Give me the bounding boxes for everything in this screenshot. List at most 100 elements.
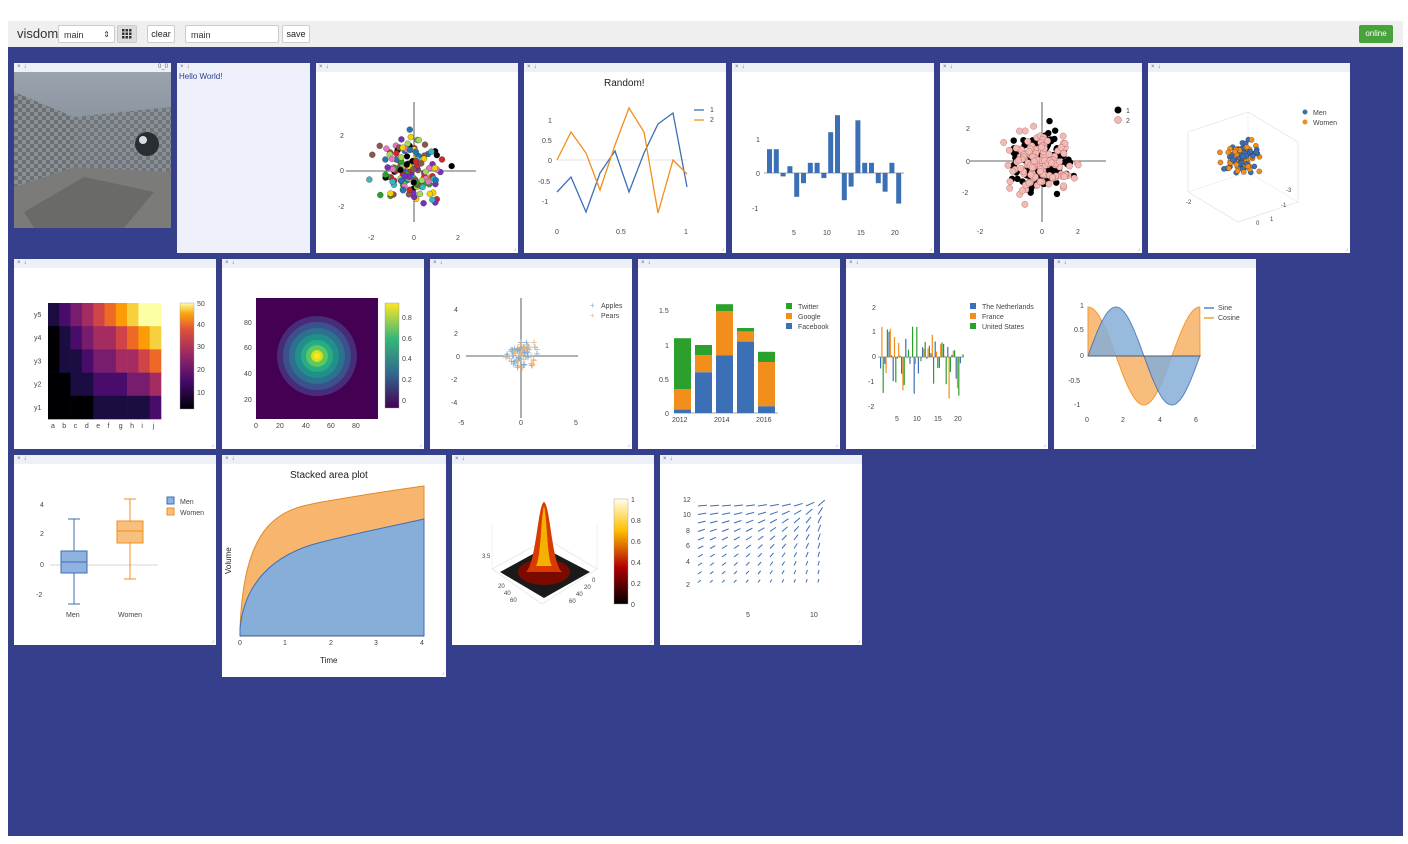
pane-titlebar[interactable]: × ↓ — [638, 259, 840, 268]
pane-titlebar[interactable]: × ↓ — [14, 259, 216, 268]
close-icon[interactable]: × — [663, 456, 667, 462]
resize-handle[interactable]: ⌟ — [627, 441, 630, 448]
tick-label: -1 — [1074, 402, 1080, 409]
bar — [912, 326, 914, 357]
bar — [902, 357, 904, 391]
resize-handle[interactable]: ⌟ — [1345, 245, 1348, 252]
resize-handle[interactable]: ⌟ — [211, 637, 214, 644]
heatmap-cell — [115, 303, 128, 327]
chart-pane-stacked-bar[interactable]: × ↓ Twitter Google Facebook 2012 2014 201… — [638, 259, 840, 449]
pane-titlebar[interactable]: × ↓ — [316, 63, 518, 72]
app-title: visdom — [17, 26, 59, 41]
download-icon[interactable]: ↓ — [232, 260, 235, 266]
close-icon[interactable]: × — [433, 260, 437, 266]
close-icon[interactable]: × — [1057, 260, 1061, 266]
bar — [949, 357, 951, 373]
pane-titlebar[interactable]: × ↓ — [940, 63, 1142, 72]
resize-handle[interactable]: ⌟ — [211, 441, 214, 448]
download-icon[interactable]: ↓ — [187, 64, 190, 70]
close-icon[interactable]: × — [943, 64, 947, 70]
download-icon[interactable]: ↓ — [440, 260, 443, 266]
quiver-arrow — [721, 536, 729, 541]
pane-titlebar[interactable]: × ↓ — [222, 455, 446, 464]
pane-titlebar[interactable]: × ↓ — [524, 63, 726, 72]
chart-pane-heatmap[interactable]: × ↓ 50 40 30 20 10 abcdefghij y1 y2 y3 y4 y5 … — [14, 259, 216, 449]
download-icon[interactable]: ↓ — [648, 260, 651, 266]
close-icon[interactable]: × — [319, 64, 323, 70]
pane-titlebar[interactable]: × ↓ — [846, 259, 1048, 268]
chart-pane-sine-cosine[interactable]: × ↓ Sine Cosine 0 2 4 6 1 0.5 0 -0.5 -1 ⌟ — [1054, 259, 1256, 449]
resize-handle[interactable]: ⌟ — [721, 245, 724, 252]
download-icon[interactable]: ↓ — [856, 260, 859, 266]
resize-handle[interactable]: ⌟ — [441, 669, 444, 676]
pane-titlebar[interactable]: × ↓ — [222, 259, 424, 268]
chart-pane-contour[interactable]: × ↓ 0.8 0.6 0.4 0.2 0 0 20 40 60 80 80 60… — [222, 259, 424, 449]
close-icon[interactable]: × — [455, 456, 459, 462]
text-pane[interactable]: × ↓ Hello World! — [177, 63, 310, 253]
download-icon[interactable]: ↓ — [24, 260, 27, 266]
quiver-arrow — [793, 569, 797, 575]
close-icon[interactable]: × — [17, 64, 21, 70]
resize-handle[interactable]: ⌟ — [649, 637, 652, 644]
view-input[interactable]: main — [185, 25, 279, 43]
resize-handle[interactable]: ⌟ — [419, 441, 422, 448]
close-icon[interactable]: × — [17, 260, 21, 266]
close-icon[interactable]: × — [735, 64, 739, 70]
chart-pane-quiver[interactable]: × ↓ 5 10 12 10 8 6 4 2 ⌟ — [660, 455, 862, 645]
download-icon[interactable]: ↓ — [742, 64, 745, 70]
chart-pane-scatter-apples[interactable]: × ↓ + Apples + Pears -5 0 5 4 2 0 -2 -4 ⌟ — [430, 259, 632, 449]
close-icon[interactable]: × — [17, 456, 21, 462]
close-icon[interactable]: × — [849, 260, 853, 266]
download-icon[interactable]: ↓ — [670, 456, 673, 462]
pane-titlebar[interactable]: × ↓ — [430, 259, 632, 268]
pane-titlebar[interactable]: × ↓ — [452, 455, 654, 464]
pane-titlebar[interactable]: × ↓ 0_0 — [14, 63, 171, 72]
bar — [848, 173, 854, 187]
chart-pane-grouped-bar[interactable]: × ↓ The Netherlands France United States … — [846, 259, 1048, 449]
chart-pane-scatter-3d[interactable]: × ↓ Men Women -2 0 1 -3 -1 ⌟ — [1148, 63, 1350, 253]
download-icon[interactable]: ↓ — [534, 64, 537, 70]
pane-titlebar[interactable]: × ↓ — [1054, 259, 1256, 268]
environment-select[interactable]: main ⇕ — [58, 25, 115, 43]
chart-pane-bar[interactable]: × ↓ 5 10 15 20 -1 0 1 ⌟ — [732, 63, 934, 253]
close-icon[interactable]: × — [225, 456, 229, 462]
close-icon[interactable]: × — [641, 260, 645, 266]
resize-handle[interactable]: ⌟ — [1043, 441, 1046, 448]
close-icon[interactable]: × — [225, 260, 229, 266]
grid-view-button[interactable] — [117, 25, 137, 43]
chart-pane-surface[interactable]: × ↓ 1 0.8 0.6 0.4 0.2 0 3.5 0 20 40 60 20… — [452, 455, 654, 645]
resize-handle[interactable]: ⌟ — [513, 245, 516, 252]
pane-titlebar[interactable]: × ↓ — [14, 455, 216, 464]
download-icon[interactable]: ↓ — [24, 456, 27, 462]
image-pane[interactable]: × ↓ 0_0 — [14, 63, 171, 228]
resize-handle[interactable]: ⌟ — [1137, 245, 1140, 252]
chart-pane-random[interactable]: × ↓ Random! 1 2 0 0.5 1 -1 -0.5 0 0.5 1 ⌟ — [524, 63, 726, 253]
save-button[interactable]: save — [282, 25, 310, 43]
chart-pane-scatter-two[interactable]: × ↓ 1 2 -2 0 2 -2 0 2 ⌟ — [940, 63, 1142, 253]
download-icon[interactable]: ↓ — [950, 64, 953, 70]
download-icon[interactable]: ↓ — [1158, 64, 1161, 70]
pane-titlebar[interactable]: × ↓ — [660, 455, 862, 464]
download-icon[interactable]: ↓ — [462, 456, 465, 462]
pane-titlebar[interactable]: × ↓ — [1148, 63, 1350, 72]
chart-pane-stacked-area[interactable]: × ↓ Stacked area plot 0 1 2 3 4 Time Volu… — [222, 455, 446, 677]
chart-pane-scatter-multi[interactable]: × ↓ -2 0 2 -2 0 2 ⌟ — [316, 63, 518, 253]
pane-titlebar[interactable]: × ↓ — [177, 63, 310, 72]
download-icon[interactable]: ↓ — [326, 64, 329, 70]
close-icon[interactable]: × — [527, 64, 531, 70]
download-icon[interactable]: ↓ — [232, 456, 235, 462]
resize-handle[interactable]: ⌟ — [929, 245, 932, 252]
chart-pane-boxplot[interactable]: × ↓ Men Women Men Women 4 2 0 -2 ⌟ — [14, 455, 216, 645]
close-icon[interactable]: × — [1151, 64, 1155, 70]
close-icon[interactable]: × — [180, 64, 184, 70]
data-point — [389, 166, 397, 173]
data-point — [1060, 182, 1068, 190]
resize-handle[interactable]: ⌟ — [835, 441, 838, 448]
download-icon[interactable]: ↓ — [1064, 260, 1067, 266]
pane-titlebar[interactable]: × ↓ — [732, 63, 934, 72]
tick-label: -2 — [368, 235, 374, 242]
resize-handle[interactable]: ⌟ — [857, 637, 860, 644]
clear-button[interactable]: clear — [147, 25, 175, 43]
download-icon[interactable]: ↓ — [24, 64, 27, 70]
resize-handle[interactable]: ⌟ — [1251, 441, 1254, 448]
